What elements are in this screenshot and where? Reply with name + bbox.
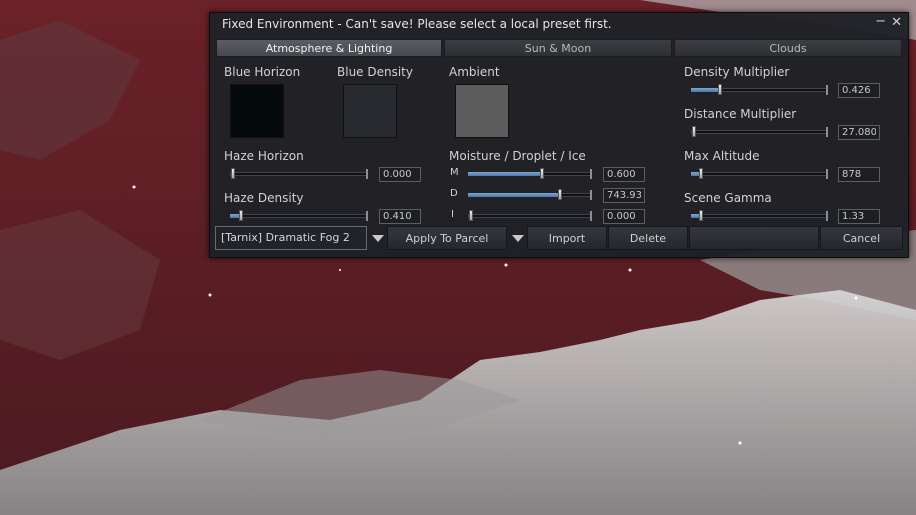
apply-to-parcel-button[interactable]: Apply To Parcel: [387, 226, 507, 250]
blue-horizon-label: Blue Horizon: [224, 65, 301, 79]
environment-floater: Fixed Environment - Can't save! Please s…: [209, 12, 909, 258]
apply-dropdown-chevron-icon[interactable]: [508, 226, 526, 250]
moisture-m-label: M: [450, 167, 459, 178]
floater-titlebar[interactable]: Fixed Environment - Can't save! Please s…: [210, 13, 908, 35]
blue-horizon-swatch[interactable]: [230, 84, 284, 138]
moisture-i-slider[interactable]: [468, 210, 592, 221]
max-altitude-value[interactable]: [838, 167, 880, 182]
slider-thumb[interactable]: [698, 210, 703, 221]
slider-thumb[interactable]: [557, 189, 562, 200]
slider-thumb[interactable]: [540, 168, 545, 179]
slider-thumb[interactable]: [698, 168, 703, 179]
distance-multiplier-label: Distance Multiplier: [684, 107, 797, 121]
moisture-m-value[interactable]: [603, 167, 645, 182]
moisture-i-value[interactable]: [603, 209, 645, 224]
haze-density-value[interactable]: [379, 209, 421, 224]
distance-multiplier-value[interactable]: [838, 125, 880, 140]
slider-thumb[interactable]: [717, 84, 722, 95]
slider-thumb[interactable]: [692, 126, 696, 137]
density-multiplier-slider[interactable]: [691, 84, 828, 95]
import-button[interactable]: Import: [527, 226, 607, 250]
moisture-d-slider[interactable]: [468, 189, 592, 200]
blue-density-label: Blue Density: [337, 65, 413, 79]
slider-thumb[interactable]: [231, 168, 235, 179]
moisture-i-label: I: [451, 209, 454, 220]
density-multiplier-label: Density Multiplier: [684, 65, 790, 79]
close-icon[interactable]: ✕: [891, 15, 902, 30]
minimize-icon[interactable]: −: [875, 14, 886, 29]
cancel-button[interactable]: Cancel: [820, 226, 903, 250]
bottom-toolbar: [Tarnix] Dramatic Fog 2 Apply To Parcel …: [215, 226, 903, 250]
ambient-label: Ambient: [449, 65, 500, 79]
moisture-d-value[interactable]: [603, 188, 645, 203]
moisture-d-label: D: [450, 188, 458, 199]
haze-horizon-label: Haze Horizon: [224, 149, 304, 163]
max-altitude-label: Max Altitude: [684, 149, 760, 163]
haze-horizon-value[interactable]: [379, 167, 421, 182]
max-altitude-slider[interactable]: [691, 168, 828, 179]
density-multiplier-value[interactable]: [838, 83, 880, 98]
slider-thumb[interactable]: [239, 210, 244, 221]
preset-combo[interactable]: [Tarnix] Dramatic Fog 2: [215, 226, 367, 250]
chevron-down-icon[interactable]: [368, 226, 386, 250]
scene-gamma-value[interactable]: [838, 209, 880, 224]
distance-multiplier-slider[interactable]: [691, 126, 828, 137]
ambient-swatch[interactable]: [455, 84, 509, 138]
delete-button[interactable]: Delete: [608, 226, 688, 250]
floater-title: Fixed Environment - Can't save! Please s…: [222, 17, 612, 31]
haze-horizon-slider[interactable]: [230, 168, 368, 179]
moisture-droplet-ice-label: Moisture / Droplet / Ice: [449, 149, 586, 163]
haze-density-slider[interactable]: [230, 210, 368, 221]
tab-bar: Atmosphere & Lighting Sun & Moon Clouds: [216, 39, 902, 57]
toolbar-spacer: [689, 226, 819, 250]
haze-density-label: Haze Density: [224, 191, 304, 205]
scene-gamma-label: Scene Gamma: [684, 191, 772, 205]
tab-clouds[interactable]: Clouds: [674, 39, 902, 57]
slider-thumb[interactable]: [469, 210, 473, 221]
tab-atmosphere-lighting[interactable]: Atmosphere & Lighting: [216, 39, 442, 57]
scene-gamma-slider[interactable]: [691, 210, 828, 221]
tab-sun-moon[interactable]: Sun & Moon: [444, 39, 672, 57]
blue-density-swatch[interactable]: [343, 84, 397, 138]
moisture-m-slider[interactable]: [468, 168, 592, 179]
